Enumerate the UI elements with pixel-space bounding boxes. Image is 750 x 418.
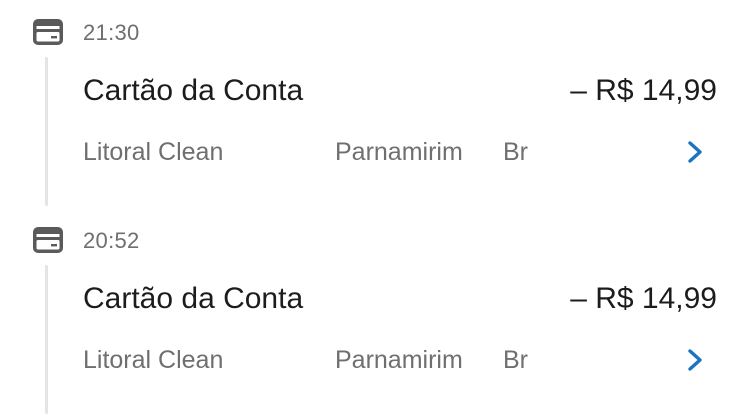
transaction-title: Cartão da Conta — [83, 282, 304, 315]
credit-card-icon — [33, 19, 63, 45]
transaction-list: 21:30 Cartão da Conta – R$ 14,99 Litoral… — [0, 0, 750, 418]
merchant-country: Br — [503, 138, 528, 166]
merchant-city: Parnamirim — [335, 138, 463, 166]
merchant-country: Br — [503, 346, 528, 374]
timeline-line — [45, 57, 48, 206]
merchant-city: Parnamirim — [335, 346, 463, 374]
timeline-line — [45, 265, 48, 414]
transaction-time: 20:52 — [83, 228, 140, 253]
transaction-title: Cartão da Conta — [83, 74, 304, 107]
transaction-amount: – R$ 14,99 — [570, 74, 717, 107]
chevron-right-icon[interactable] — [683, 346, 707, 374]
transaction-item[interactable]: 21:30 Cartão da Conta – R$ 14,99 Litoral… — [0, 0, 750, 208]
merchant-name: Litoral Clean — [83, 138, 224, 166]
chevron-right-icon[interactable] — [683, 138, 707, 166]
transaction-amount: – R$ 14,99 — [570, 282, 717, 315]
credit-card-icon — [33, 227, 63, 253]
merchant-name: Litoral Clean — [83, 346, 224, 374]
transaction-time: 21:30 — [83, 20, 140, 45]
transaction-item[interactable]: 20:52 Cartão da Conta – R$ 14,99 Litoral… — [0, 208, 750, 416]
